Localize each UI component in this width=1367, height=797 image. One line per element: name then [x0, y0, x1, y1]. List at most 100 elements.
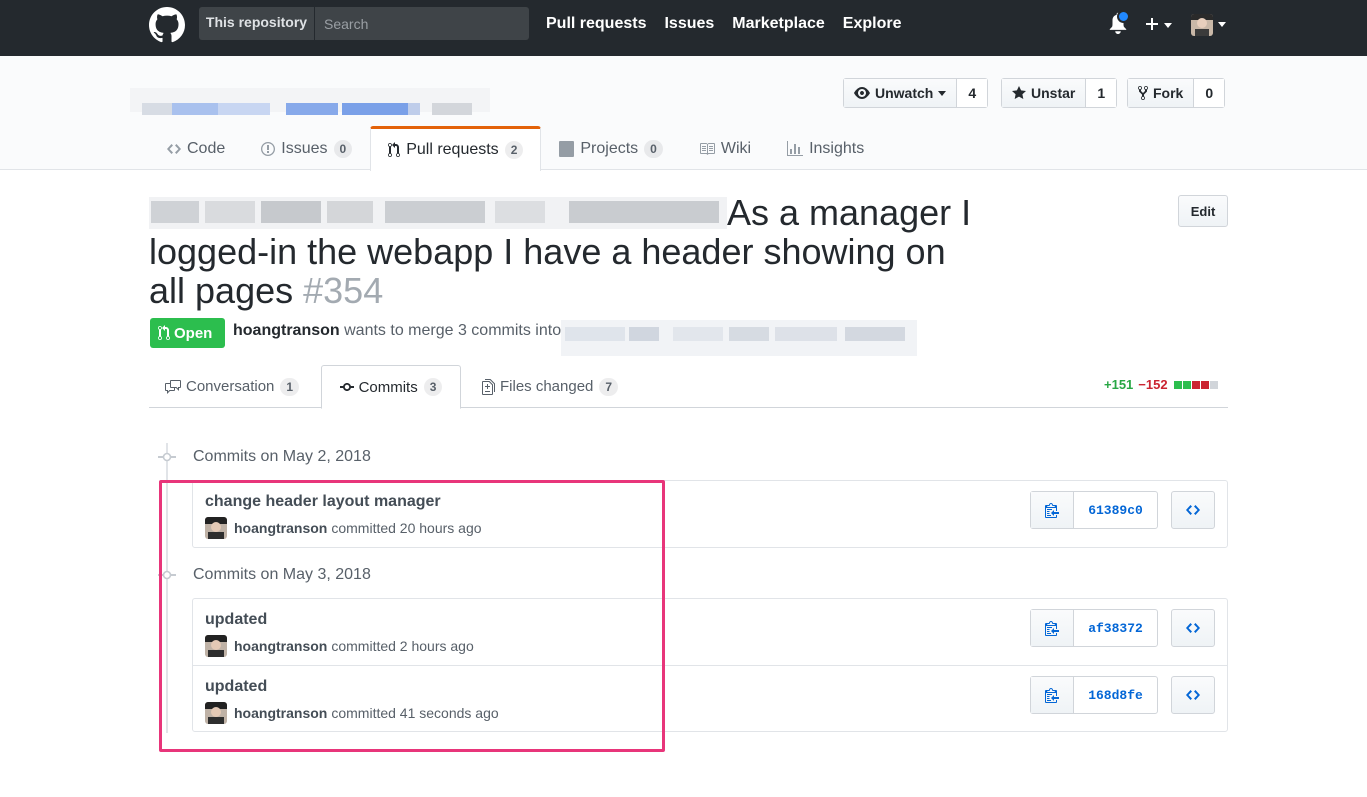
- unstar-label: Unstar: [1031, 85, 1076, 101]
- tab-code[interactable]: Code: [149, 126, 243, 170]
- base-branch-redacted[interactable]: [561, 320, 917, 356]
- pr-state-label: Open: [174, 324, 213, 342]
- header-nav: Pull requests Issues Marketplace Explore: [546, 0, 919, 48]
- files-counter: 7: [599, 377, 619, 396]
- global-header: This repository Pull requests Issues Mar…: [0, 0, 1367, 56]
- create-new-dropdown[interactable]: [1144, 12, 1176, 36]
- copy-sha-button[interactable]: [1031, 677, 1074, 713]
- user-avatar[interactable]: [1191, 14, 1213, 36]
- diffstat-additions: +151: [1104, 377, 1134, 392]
- commit-author-link[interactable]: hoangtranson: [234, 520, 327, 536]
- tab-wiki[interactable]: Wiki: [681, 126, 769, 170]
- tab-projects[interactable]: Projects 0: [541, 126, 680, 170]
- commit-sha-link[interactable]: 168d8fe: [1074, 677, 1157, 713]
- tab-pull-requests-label: Pull requests: [406, 141, 499, 158]
- pulls-counter: 2: [504, 141, 524, 159]
- commit-sha-link[interactable]: 61389c0: [1074, 492, 1157, 528]
- pr-state-badge: Open: [150, 318, 225, 348]
- github-logo-icon[interactable]: [149, 7, 185, 43]
- graph-icon: [787, 140, 804, 156]
- diffstat-block: [1200, 380, 1209, 389]
- diffstat-block: [1209, 380, 1218, 389]
- git-commit-icon: [158, 570, 176, 580]
- commit-message-link[interactable]: updated: [205, 611, 267, 629]
- git-pull-request-icon: [158, 325, 170, 340]
- nav-explore[interactable]: Explore: [843, 15, 902, 33]
- stargazers-count[interactable]: 1: [1086, 79, 1117, 107]
- tab-code-label: Code: [187, 139, 226, 157]
- star-icon: [1012, 86, 1026, 99]
- repo-name-redacted: [130, 72, 490, 115]
- clippy-icon: [1045, 688, 1059, 703]
- fork-label: Fork: [1153, 85, 1184, 101]
- commit-sha-link[interactable]: af38372: [1074, 610, 1157, 646]
- commit-message-link[interactable]: change header layout manager: [205, 493, 441, 511]
- user-menu-chevron-icon[interactable]: [1218, 22, 1226, 27]
- watchers-count[interactable]: 4: [957, 79, 988, 107]
- commit-list: updated hoangtranson committed 2 hours a…: [192, 598, 1228, 732]
- sha-button-group: 168d8fe: [1030, 676, 1158, 714]
- tab-files-changed-label: Files changed: [500, 378, 594, 395]
- tab-files-changed[interactable]: Files changed 7: [482, 365, 619, 408]
- fork-button-group: Fork 0: [1127, 78, 1226, 108]
- search-input[interactable]: [315, 7, 529, 40]
- commit-time: committed 41 seconds ago: [331, 705, 499, 721]
- chevron-down-icon: [1164, 23, 1172, 28]
- project-icon: [559, 140, 575, 157]
- commit-row: change header layout manager hoangtranso…: [193, 481, 1227, 547]
- tab-pull-requests[interactable]: Pull requests 2: [370, 126, 542, 171]
- commit-message-link[interactable]: updated: [205, 678, 267, 696]
- commits-counter: 3: [423, 378, 443, 396]
- tab-insights[interactable]: Insights: [769, 126, 882, 170]
- commit-time: committed 2 hours ago: [331, 638, 474, 654]
- watch-button-group: Unwatch 4: [843, 78, 989, 108]
- commit-list: change header layout manager hoangtranso…: [192, 480, 1228, 548]
- tab-insights-label: Insights: [809, 139, 865, 157]
- browse-repo-button[interactable]: [1171, 609, 1215, 647]
- tab-commits[interactable]: Commits 3: [321, 365, 461, 409]
- tab-conversation-label: Conversation: [186, 378, 275, 395]
- author-avatar[interactable]: [205, 702, 227, 724]
- pr-number: #354: [303, 270, 384, 311]
- copy-sha-button[interactable]: [1031, 492, 1074, 528]
- pr-author-link[interactable]: hoangtranson: [233, 322, 340, 339]
- nav-marketplace[interactable]: Marketplace: [732, 15, 825, 33]
- tab-issues[interactable]: Issues 0: [243, 126, 370, 170]
- commit-meta: hoangtranson committed 41 seconds ago: [205, 702, 499, 724]
- browse-repo-button[interactable]: [1171, 676, 1215, 714]
- commit-author-link[interactable]: hoangtranson: [234, 705, 327, 721]
- git-commit-icon: [339, 383, 354, 391]
- issue-opened-icon: [261, 141, 276, 156]
- unwatch-button[interactable]: Unwatch: [844, 79, 958, 107]
- author-avatar[interactable]: [205, 517, 227, 539]
- fork-button[interactable]: Fork: [1128, 79, 1195, 107]
- diffstat: +151 −152: [1104, 377, 1218, 392]
- search-scope-label[interactable]: This repository: [199, 7, 315, 40]
- diffstat-deletions: −152: [1138, 377, 1168, 392]
- star-button-group: Unstar 1: [1001, 78, 1118, 108]
- sha-button-group: 61389c0: [1030, 491, 1158, 529]
- copy-sha-button[interactable]: [1031, 610, 1074, 646]
- commit-row: updated hoangtranson committed 41 second…: [193, 665, 1227, 731]
- clippy-icon: [1045, 621, 1059, 636]
- projects-counter: 0: [644, 139, 663, 158]
- issues-counter: 0: [333, 139, 353, 158]
- code-icon: [1186, 505, 1200, 515]
- edit-title-button[interactable]: Edit: [1178, 195, 1228, 227]
- browse-repo-button[interactable]: [1171, 491, 1215, 529]
- nav-pull-requests[interactable]: Pull requests: [546, 15, 646, 33]
- tab-wiki-label: Wiki: [720, 139, 752, 157]
- code-icon: [1186, 623, 1200, 633]
- author-avatar[interactable]: [205, 635, 227, 657]
- tab-conversation[interactable]: Conversation 1: [165, 365, 300, 408]
- nav-issues[interactable]: Issues: [664, 15, 714, 33]
- chevron-down-icon: [938, 90, 947, 96]
- diffstat-block: [1173, 380, 1182, 389]
- repo-forked-icon: [1138, 85, 1148, 101]
- forks-count[interactable]: 0: [1194, 79, 1225, 107]
- commit-row: updated hoangtranson committed 2 hours a…: [193, 599, 1227, 665]
- unstar-button[interactable]: Unstar: [1002, 79, 1087, 107]
- commit-author-link[interactable]: hoangtranson: [234, 638, 327, 654]
- commit-meta: hoangtranson committed 2 hours ago: [205, 635, 474, 657]
- clippy-icon: [1045, 503, 1059, 518]
